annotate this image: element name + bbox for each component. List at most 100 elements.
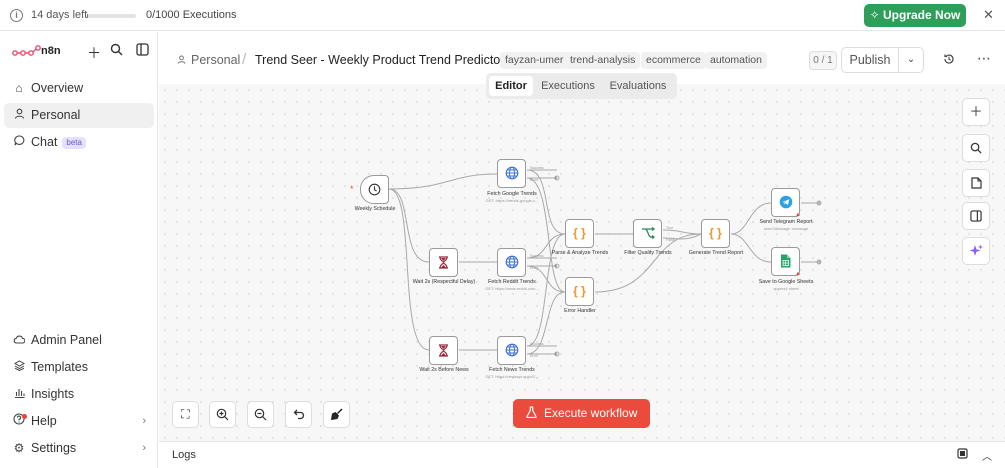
search-icon	[970, 142, 982, 154]
undo-button[interactable]	[285, 401, 312, 428]
flask-icon	[525, 406, 544, 420]
tab-executions[interactable]: Executions	[536, 76, 600, 96]
chevron-right-icon: ›	[142, 442, 146, 454]
publish-dropdown-chevron-icon[interactable]: ⌄	[898, 47, 924, 73]
undo-icon	[293, 409, 304, 420]
fit-view-button[interactable]: ⛶	[172, 401, 199, 428]
nav-help[interactable]: Help ›	[4, 409, 154, 434]
nav-insights[interactable]: Insights	[4, 382, 154, 407]
node-label: Weekly Schedule	[354, 206, 396, 212]
node-parse-analyze-trends[interactable]: { }	[565, 219, 594, 248]
clock-icon	[361, 176, 388, 203]
globe-icon	[498, 160, 525, 187]
code-braces-icon: { }	[573, 226, 586, 240]
nav-templates[interactable]: Templates	[4, 355, 154, 380]
history-icon[interactable]	[943, 53, 955, 68]
node-filter-quality-trends[interactable]	[633, 219, 662, 248]
sticky-note-button[interactable]	[962, 169, 990, 197]
more-options-icon[interactable]: ⋯	[977, 50, 991, 67]
logs-panel-bar[interactable]: Logs ︿	[159, 441, 1005, 468]
node-wait-respectful-delay[interactable]	[429, 248, 458, 277]
zoom-out-button[interactable]	[247, 401, 274, 428]
tag-fayzan-umer[interactable]: fayzan-umer	[500, 52, 569, 69]
tidy-up-button[interactable]	[323, 401, 350, 428]
trial-days-left: 14 days left	[31, 9, 88, 21]
chat-icon	[12, 130, 26, 155]
close-banner-icon[interactable]: ✕	[983, 7, 994, 23]
node-fetch-google-trends[interactable]	[497, 159, 526, 188]
add-node-button[interactable]: ＋	[962, 98, 990, 126]
user-icon	[177, 55, 186, 67]
pop-out-icon[interactable]	[957, 448, 968, 462]
brand-name: n8n	[41, 45, 61, 57]
ai-sparkle-icon	[969, 244, 983, 256]
globe-icon	[498, 249, 525, 276]
tab-evaluations[interactable]: Evaluations	[603, 76, 673, 96]
nav-settings[interactable]: ⚙ Settings ›	[4, 436, 154, 461]
filter-branch-icon	[634, 220, 661, 247]
node-weekly-schedule[interactable]	[360, 175, 389, 204]
trigger-asterisk-icon: *	[350, 184, 354, 194]
chevron-up-icon[interactable]: ︿	[982, 448, 992, 463]
broom-icon	[331, 408, 343, 420]
view-tabs: Editor Executions Evaluations	[486, 73, 677, 99]
ai-assistant-button[interactable]	[962, 237, 990, 265]
node-label: Fetch Reddit Trends	[488, 279, 536, 285]
node-subtitle: append: sheet	[773, 286, 799, 291]
logs-label: Logs	[172, 449, 196, 461]
help-icon	[12, 409, 26, 434]
tag-ecommerce[interactable]: ecommerce	[641, 52, 706, 69]
nav-admin-panel[interactable]: Admin Panel	[4, 328, 154, 353]
fullscreen-icon: ⛶	[181, 407, 190, 421]
cloud-icon	[12, 328, 26, 353]
breadcrumb-personal[interactable]: Personal	[191, 53, 240, 67]
node-label: Error Handler	[564, 308, 596, 314]
globe-icon	[498, 337, 525, 364]
node-save-google-sheets[interactable]: ▲	[771, 247, 801, 277]
search-icon[interactable]	[110, 43, 123, 59]
edge-label-error: Error	[530, 266, 539, 270]
info-icon: i	[10, 9, 23, 22]
home-icon: ⌂	[15, 81, 23, 95]
node-label: Fetch News Trends	[489, 367, 535, 373]
code-braces-icon: { }	[573, 284, 586, 298]
tab-editor[interactable]: Editor	[489, 76, 533, 96]
plus-icon[interactable]: ＋	[87, 43, 101, 63]
upgrade-now-button[interactable]: ✧ Upgrade Now	[864, 4, 966, 27]
panel-icon	[970, 210, 982, 222]
warning-icon: ▲	[795, 212, 801, 218]
nav-chat[interactable]: Chat beta	[4, 130, 154, 155]
node-subtitle: GET: https://newsapi.org/v2/...	[485, 374, 539, 379]
warning-icon: ▲	[795, 271, 801, 277]
edge-label-success: Success	[530, 342, 544, 346]
node-subtitle: GET: https://trends.google.c...	[485, 198, 539, 203]
hourglass-icon	[430, 337, 457, 364]
publish-button[interactable]: Publish	[841, 47, 899, 73]
templates-icon	[12, 355, 26, 380]
zoom-in-button[interactable]	[209, 401, 236, 428]
nav-personal[interactable]: Personal	[4, 103, 154, 128]
tag-automation[interactable]: automation	[705, 52, 767, 69]
user-icon	[12, 103, 26, 128]
executions-progress	[87, 14, 136, 18]
workflow-title[interactable]: Trend Seer - Weekly Product Trend Predic…	[255, 53, 504, 67]
node-send-telegram-report[interactable]: ▲	[771, 188, 801, 218]
node-fetch-reddit-trends[interactable]	[497, 248, 526, 277]
n8n-logo-icon	[12, 45, 41, 56]
execute-workflow-button[interactable]: Execute workflow	[513, 399, 650, 428]
insights-icon	[12, 382, 26, 407]
nav-overview[interactable]: ⌂ Overview	[4, 76, 154, 101]
workflow-canvas[interactable]: Success Error Success Error Success Erro…	[159, 84, 1005, 441]
toggle-panel-button[interactable]	[962, 202, 990, 230]
collapse-sidebar-icon[interactable]	[136, 43, 149, 59]
tag-trend-analysis[interactable]: trend-analysis	[565, 52, 641, 69]
node-fetch-news-trends[interactable]	[497, 336, 526, 365]
node-generate-trend-report[interactable]: { }	[701, 219, 730, 248]
sticky-note-icon	[970, 177, 982, 189]
search-nodes-button[interactable]	[962, 134, 990, 162]
edge-label-success: Success	[530, 166, 544, 170]
node-wait-before-news[interactable]	[429, 336, 458, 365]
node-error-handler[interactable]: { }	[565, 277, 594, 306]
node-label: Generate Trend Report	[688, 250, 744, 256]
code-braces-icon: { }	[709, 226, 722, 240]
